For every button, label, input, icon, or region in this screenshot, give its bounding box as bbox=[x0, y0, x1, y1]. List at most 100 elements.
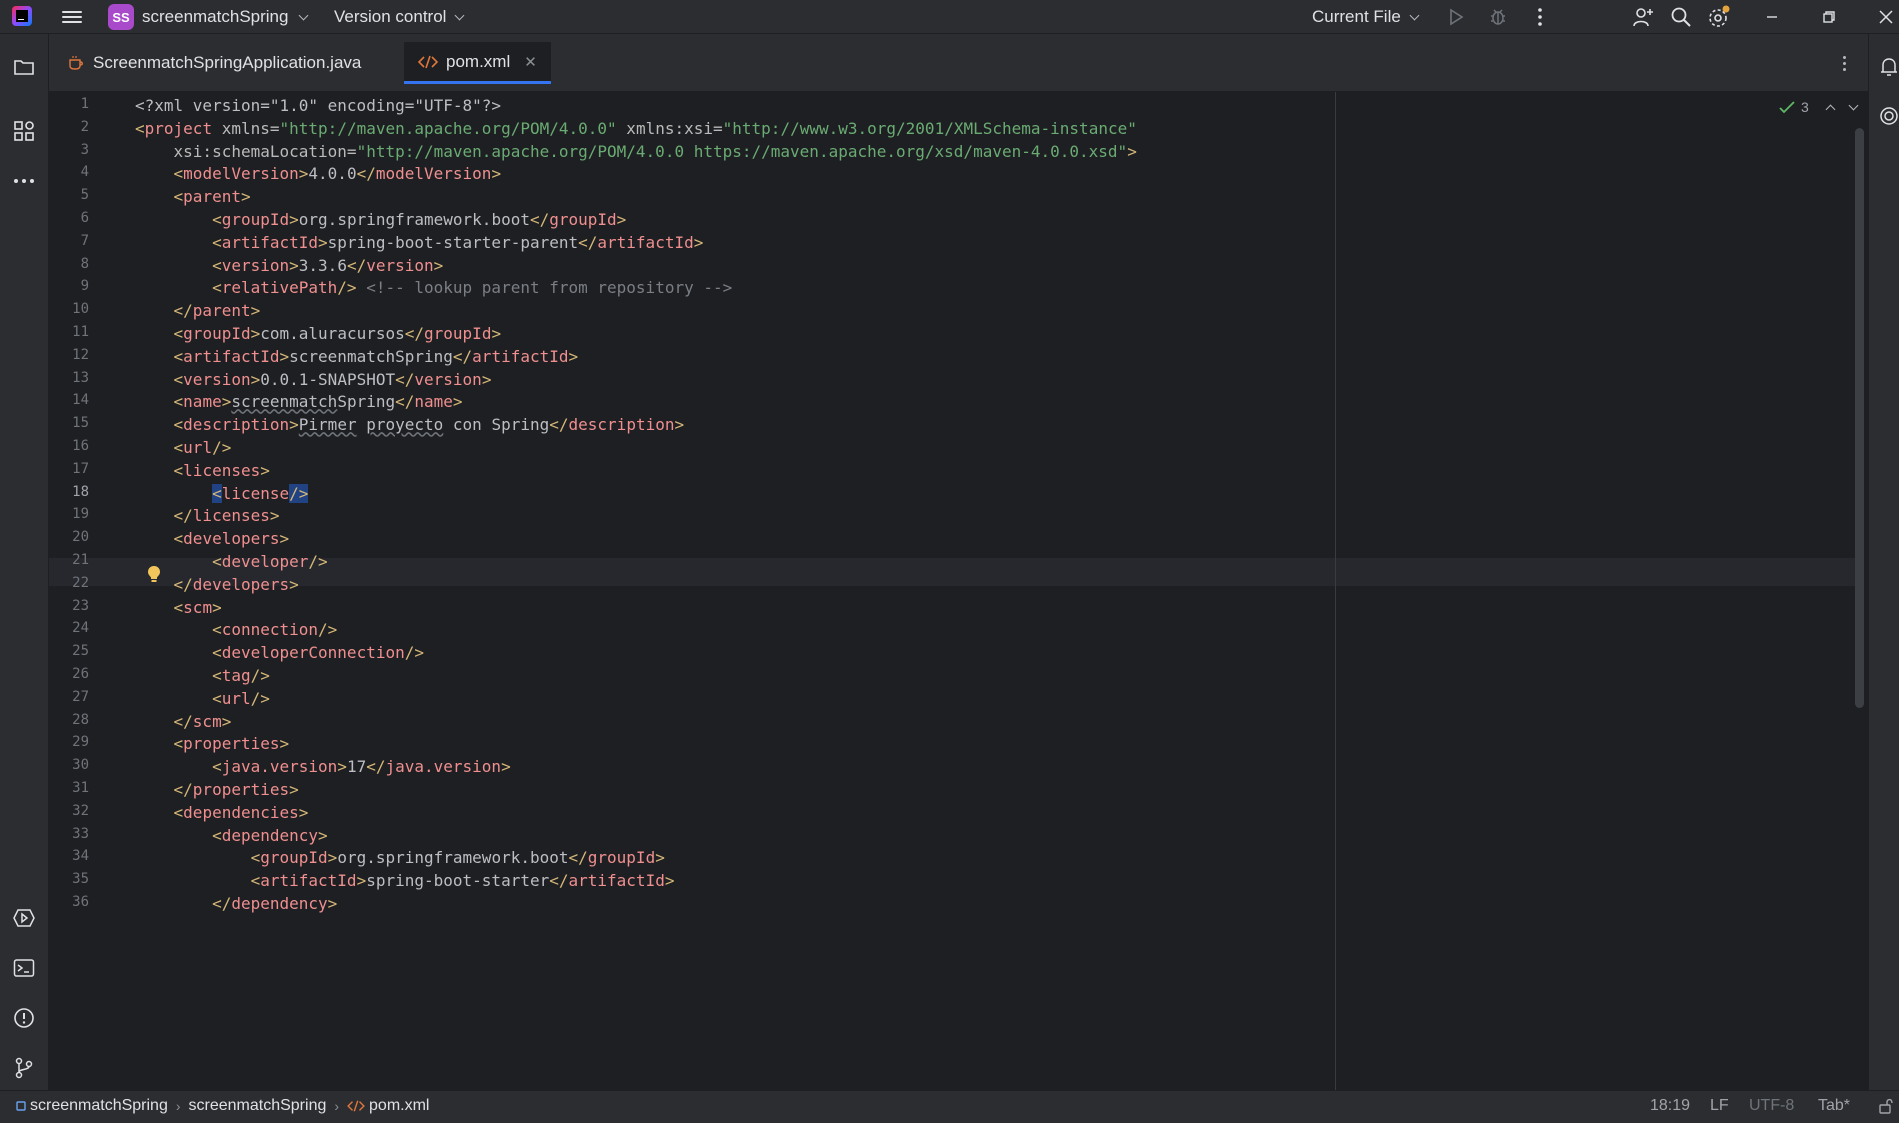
intellij-logo-icon[interactable] bbox=[12, 6, 32, 26]
tag-name: groupId bbox=[221, 210, 290, 229]
breadcrumb-project[interactable]: screenmatchSpring bbox=[16, 1097, 168, 1115]
line-number[interactable]: 24 bbox=[49, 620, 89, 636]
line-number[interactable]: 26 bbox=[49, 666, 89, 682]
line-number[interactable]: 25 bbox=[49, 643, 89, 659]
inspection-widget[interactable]: 3 bbox=[1779, 96, 1859, 118]
tag-name: project bbox=[144, 118, 213, 138]
line-number[interactable]: 3 bbox=[49, 142, 89, 158]
close-tab-icon[interactable]: ✕ bbox=[524, 53, 537, 71]
line-number[interactable]: 17 bbox=[49, 461, 89, 477]
problems-icon[interactable] bbox=[12, 1006, 36, 1030]
line-number[interactable]: 15 bbox=[49, 415, 89, 431]
tab-pom-xml[interactable]: pom.xml ✕ bbox=[404, 42, 551, 84]
line-number[interactable]: 30 bbox=[49, 757, 89, 773]
line-number[interactable]: 21 bbox=[49, 552, 89, 568]
line-number[interactable]: 10 bbox=[49, 301, 89, 317]
bracket: > bbox=[1127, 141, 1137, 161]
ai-assistant-icon[interactable] bbox=[1877, 104, 1899, 128]
line-number[interactable]: 2 bbox=[49, 119, 89, 135]
indent-settings[interactable]: Tab* bbox=[1818, 1097, 1850, 1115]
line-number[interactable]: 22 bbox=[49, 575, 89, 591]
version-control-widget[interactable]: Version control bbox=[334, 3, 465, 31]
more-actions-icon[interactable] bbox=[1528, 5, 1552, 29]
code-with-me-icon[interactable] bbox=[1631, 5, 1655, 29]
line-number[interactable]: 11 bbox=[49, 324, 89, 340]
file-encoding[interactable]: UTF-8 bbox=[1749, 1097, 1794, 1115]
text-content: org.springframework.boot bbox=[298, 210, 530, 229]
line-number[interactable]: 7 bbox=[49, 233, 89, 249]
git-branch-icon[interactable] bbox=[12, 1056, 36, 1080]
line-number[interactable]: 28 bbox=[49, 712, 89, 728]
line-number-gutter[interactable]: 1 2 3 4 5 6 7 8 9 10 11 12 13 14 15 16 17 18 19 20 21 22 23 24 2… bbox=[49, 92, 133, 1090]
tag-name: name bbox=[414, 392, 453, 412]
close-icon[interactable] bbox=[1874, 5, 1898, 29]
main-menu-icon[interactable] bbox=[60, 8, 84, 26]
tag-name: parent bbox=[192, 301, 251, 321]
project-folder-icon[interactable] bbox=[12, 55, 36, 79]
line-number[interactable]: 8 bbox=[49, 256, 89, 272]
more-tool-windows-icon[interactable] bbox=[12, 169, 36, 193]
bracket: </ bbox=[356, 164, 376, 184]
line-number[interactable]: 1 bbox=[49, 96, 89, 112]
vertical-scrollbar[interactable] bbox=[1855, 128, 1864, 708]
bracket: > bbox=[289, 415, 299, 435]
tag-name: scm bbox=[183, 597, 213, 617]
tag-name: developers bbox=[192, 574, 290, 594]
line-number[interactable]: 27 bbox=[49, 689, 89, 705]
line-number[interactable]: 23 bbox=[49, 598, 89, 614]
text-content: Pirmer bbox=[298, 415, 357, 435]
line-number[interactable]: 13 bbox=[49, 370, 89, 386]
lock-icon[interactable] bbox=[1878, 1098, 1894, 1114]
search-icon[interactable] bbox=[1669, 5, 1693, 29]
project-widget[interactable]: SS screenmatchSpring bbox=[108, 3, 309, 31]
tag-name: groupId bbox=[260, 848, 328, 868]
bracket: < bbox=[173, 460, 184, 480]
tag-name: java.version bbox=[221, 757, 338, 777]
line-number[interactable]: 36 bbox=[49, 894, 89, 910]
line-number[interactable]: 9 bbox=[49, 278, 89, 294]
line-number[interactable]: 33 bbox=[49, 826, 89, 842]
line-number[interactable]: 29 bbox=[49, 734, 89, 750]
chevron-down-icon[interactable] bbox=[1848, 100, 1859, 110]
tag-name: developers bbox=[183, 529, 280, 549]
line-number[interactable]: 31 bbox=[49, 780, 89, 796]
notifications-bell-icon[interactable] bbox=[1877, 55, 1899, 79]
tag-name: groupId bbox=[424, 324, 492, 343]
line-number[interactable]: 4 bbox=[49, 164, 89, 180]
minimize-icon[interactable] bbox=[1760, 5, 1784, 29]
line-number[interactable]: 32 bbox=[49, 803, 89, 819]
bracket: > bbox=[356, 871, 367, 891]
restore-icon[interactable] bbox=[1817, 5, 1841, 29]
line-number[interactable]: 35 bbox=[49, 871, 89, 887]
breadcrumb-module[interactable]: screenmatchSpring bbox=[189, 1097, 327, 1115]
line-number[interactable]: 20 bbox=[49, 529, 89, 545]
tabs-more-icon[interactable] bbox=[1834, 53, 1854, 73]
check-icon bbox=[1779, 101, 1795, 114]
line-number[interactable]: 16 bbox=[49, 438, 89, 454]
tab-screenmatch-spring-application[interactable]: ScreenmatchSpringApplication.java bbox=[53, 42, 375, 84]
tag-name: properties bbox=[192, 780, 290, 799]
code-content[interactable]: <?xml version="1.0" encoding="UTF-8"?> <… bbox=[135, 92, 1415, 1090]
terminal-icon[interactable] bbox=[12, 956, 36, 980]
structure-icon[interactable] bbox=[12, 119, 36, 143]
line-number[interactable]: 19 bbox=[49, 506, 89, 522]
text-content: com.aluracursos bbox=[260, 324, 405, 343]
services-icon[interactable] bbox=[12, 906, 36, 930]
settings-gear-icon[interactable] bbox=[1707, 5, 1731, 29]
debug-icon[interactable] bbox=[1486, 5, 1510, 29]
run-icon[interactable] bbox=[1444, 5, 1468, 29]
bracket: > bbox=[250, 324, 261, 343]
line-separator[interactable]: LF bbox=[1710, 1097, 1729, 1115]
line-number[interactable]: 34 bbox=[49, 848, 89, 864]
run-config-selector[interactable]: Current File bbox=[1312, 3, 1420, 31]
right-tool-window-strip bbox=[1868, 34, 1899, 1090]
line-number[interactable]: 14 bbox=[49, 392, 89, 408]
breadcrumb-file[interactable]: pom.xml bbox=[347, 1097, 429, 1115]
chevron-up-icon[interactable] bbox=[1825, 104, 1836, 114]
line-number[interactable]: 12 bbox=[49, 347, 89, 363]
line-number[interactable]: 18 bbox=[49, 484, 89, 500]
code-editor[interactable]: 1 2 3 4 5 6 7 8 9 10 11 12 13 14 15 16 17 18 19 20 21 22 23 24 2… bbox=[49, 92, 1868, 1090]
caret-position[interactable]: 18:19 bbox=[1650, 1097, 1690, 1115]
line-number[interactable]: 5 bbox=[49, 187, 89, 203]
line-number[interactable]: 6 bbox=[49, 210, 89, 226]
